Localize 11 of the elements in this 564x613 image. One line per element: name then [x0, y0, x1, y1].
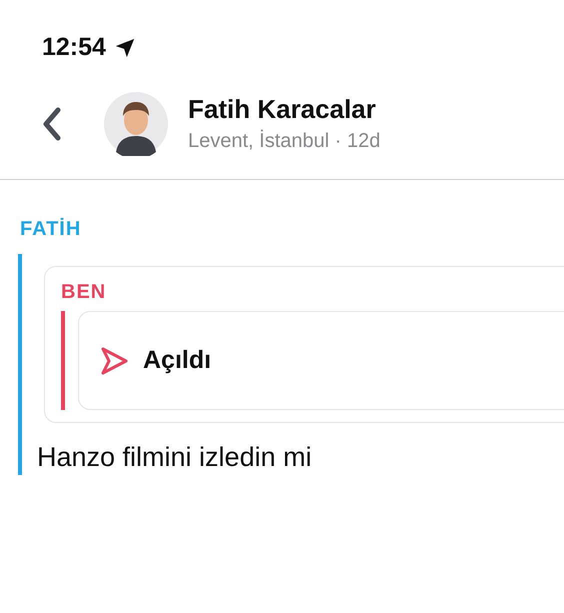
quote-sender-label: BEN: [61, 280, 108, 305]
snap-status: Açıldı: [143, 344, 212, 376]
contact-name: Fatih Karacalar: [188, 92, 377, 126]
location-arrow-icon: [114, 37, 136, 59]
send-arrow-icon: [99, 346, 129, 376]
sender-label: FATİH: [19, 216, 82, 242]
status-time: 12:54: [42, 32, 106, 64]
message-text: Hanzo filmini izledin mi: [37, 441, 313, 474]
contact-subtitle: Levent, İstanbul · 12d: [188, 129, 380, 154]
quoted-message-card[interactable]: BEN Açıldı: [44, 266, 564, 423]
avatar[interactable]: [104, 92, 168, 156]
